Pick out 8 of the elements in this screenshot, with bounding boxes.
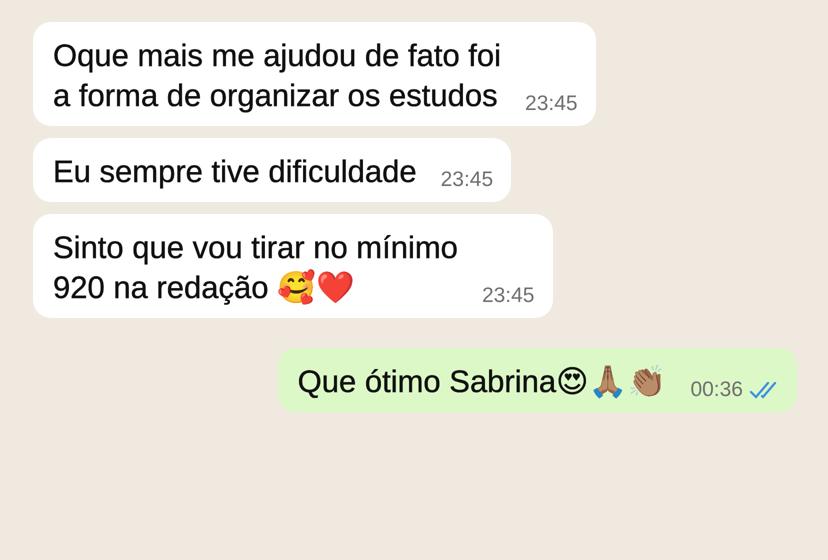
message-time: 23:45 <box>440 168 494 192</box>
message-time: 23:45 <box>482 284 534 308</box>
message-text: Sinto que vou tirar no mínimo 920 na redação 🥰❤ <box>53 229 458 307</box>
message-text: Oque mais me ajudou de fato foi a forma de organizar os estudos <box>53 37 502 115</box>
message-time: 00:36 <box>690 378 743 402</box>
message-time: 23:45 <box>525 92 578 116</box>
message-text: Que ótimo Sabrina😍🙏🏽👏🏽 <box>298 363 666 401</box>
message-text: Eu sempre tive dificuldade <box>53 153 417 191</box>
